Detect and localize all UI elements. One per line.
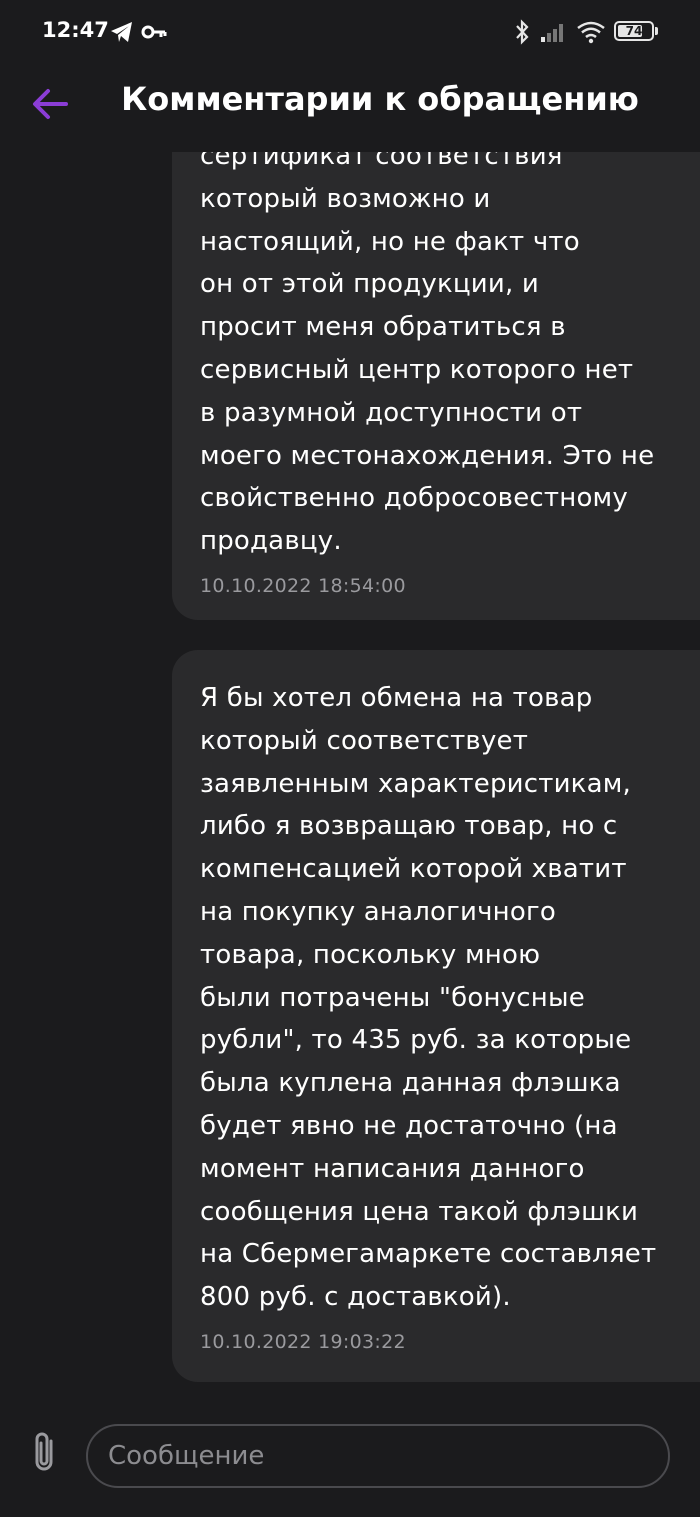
header: Комментарии к обращению bbox=[0, 64, 700, 152]
message-input[interactable] bbox=[86, 1424, 670, 1488]
composer bbox=[0, 1410, 700, 1517]
paperclip-icon bbox=[29, 1431, 59, 1479]
page-title: Комментарии к обращению bbox=[121, 80, 639, 118]
message-list[interactable]: сертификат соответствия который возможно… bbox=[0, 152, 700, 1410]
message-timestamp: 10.10.2022 18:54:00 bbox=[200, 574, 406, 597]
battery-level: 74 bbox=[625, 24, 643, 38]
message-timestamp: 10.10.2022 19:03:22 bbox=[200, 1330, 406, 1353]
status-bar: 12:47 74 bbox=[0, 0, 700, 64]
telegram-icon bbox=[110, 21, 134, 47]
status-time: 12:47 bbox=[42, 18, 109, 42]
message-text: Я бы хотел обмена на товар который соотв… bbox=[200, 683, 657, 1313]
message-bubble: сертификат соответствия который возможно… bbox=[172, 152, 700, 620]
attach-button[interactable] bbox=[22, 1430, 66, 1480]
back-button[interactable] bbox=[26, 82, 74, 130]
message-text: сертификат соответствия который возможно… bbox=[200, 152, 655, 557]
battery-icon: 74 bbox=[614, 21, 654, 41]
key-icon bbox=[141, 22, 167, 46]
wifi-icon bbox=[576, 20, 606, 48]
arrow-left-icon bbox=[30, 87, 70, 125]
message-bubble: Я бы хотел обмена на товар который соотв… bbox=[172, 650, 700, 1382]
bluetooth-icon bbox=[514, 19, 530, 49]
battery-tip bbox=[655, 27, 658, 35]
signal-icon bbox=[540, 21, 568, 47]
